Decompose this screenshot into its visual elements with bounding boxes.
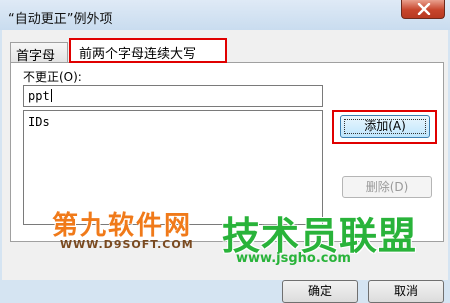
text-caret [50,89,52,102]
dialog-body: 首字母 前两个字母连续大写 不更正(O): ppt IDs 添加(A) 删除(D… [2,30,448,303]
dont-correct-label: 不更正(O): [23,70,82,84]
delete-button[interactable]: 删除(D) [342,176,432,198]
exception-input[interactable]: ppt [23,85,323,107]
exception-input-value: ppt [28,89,50,103]
cancel-button[interactable]: 取消 [368,280,444,303]
add-button[interactable]: 添加(A) [340,115,430,138]
ok-button[interactable]: 确定 [282,280,358,303]
list-item[interactable]: IDs [24,111,322,129]
tab-initial-caps[interactable]: 首字母 [10,42,68,64]
focus-rectangle [344,119,426,134]
window-title: “自动更正”例外项 [8,12,113,27]
close-button[interactable] [401,0,445,19]
tab-two-initial-caps[interactable]: 前两个字母连续大写 [69,38,227,63]
close-icon [417,3,431,15]
title-bar: “自动更正”例外项 [0,0,450,30]
exceptions-list[interactable]: IDs [23,110,323,225]
tab-panel: 不更正(O): ppt IDs [10,62,444,242]
